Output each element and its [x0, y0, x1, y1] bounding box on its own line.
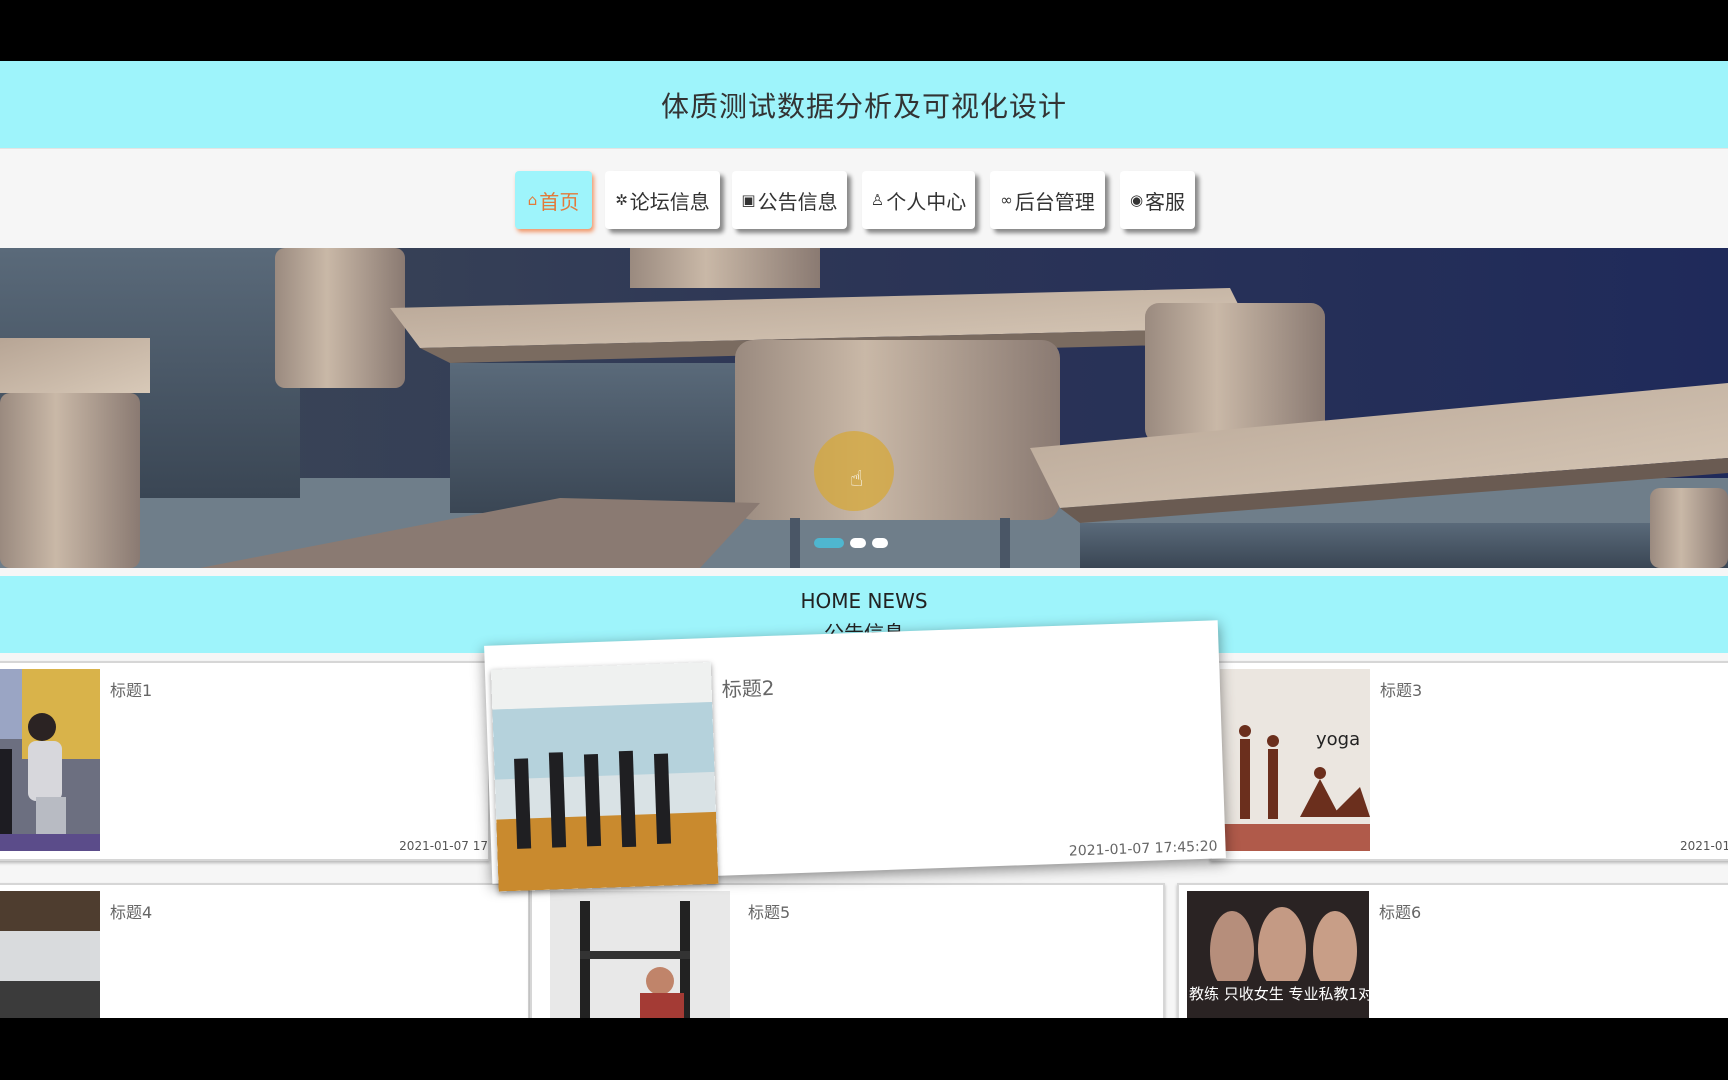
nav-item-notice[interactable]: ▣ 公告信息 [732, 171, 847, 229]
pointer-cursor-icon: ☝ [850, 467, 864, 492]
news-card-date: 2021-01-0 [1680, 839, 1728, 853]
nav-item-forum[interactable]: ✲ 论坛信息 [605, 171, 720, 229]
yoga-text: yoga [1316, 729, 1361, 750]
news-card-1[interactable]: 标题1 2021-01-07 17 [0, 661, 490, 861]
app-screen: 体质测试数据分析及可视化设计 ⌂ 首页 ✲ 论坛信息 ▣ 公告信息 ♙ 个人中心… [0, 61, 1728, 1018]
news-card-title: 标题2 [721, 675, 775, 702]
user-icon: ♙ [870, 191, 885, 209]
news-card-title: 标题3 [1380, 681, 1423, 700]
news-card-date: 2021-01-07 17 [399, 839, 488, 853]
nav-item-profile[interactable]: ♙ 个人中心 [862, 171, 975, 229]
site-title: 体质测试数据分析及可视化设计 [660, 89, 1067, 123]
carousel-dots [814, 538, 888, 548]
main-nav: ⌂ 首页 ✲ 论坛信息 ▣ 公告信息 ♙ 个人中心 ∞ 后台管理 ◉ 客服 [0, 148, 1728, 249]
nav-item-label: 公告信息 [757, 189, 838, 214]
hero-carousel[interactable]: ☝ [0, 248, 1728, 568]
news-card-thumb [490, 661, 719, 892]
nav-item-label: 论坛信息 [629, 189, 710, 214]
nav-item-label: 个人中心 [886, 189, 967, 214]
news-card-2-hovered[interactable]: 标题2 2021-01-07 17:45:20 [484, 620, 1226, 892]
news-card-thumb [0, 891, 100, 1018]
carousel-dot-3[interactable] [872, 538, 888, 548]
header: 体质测试数据分析及可视化设计 [0, 61, 1728, 148]
nav-item-label: 客服 [1145, 189, 1186, 214]
news-card-title: 标题6 [1379, 903, 1422, 922]
news-card-title: 标题1 [110, 681, 153, 700]
news-card-title: 标题5 [748, 903, 791, 922]
nav-item-home[interactable]: ⌂ 首页 [515, 171, 592, 229]
carousel-dot-2[interactable] [850, 538, 866, 548]
news-card-thumb: yoga [1220, 669, 1370, 851]
banner-image [0, 248, 1728, 568]
link-icon: ∞ [1000, 191, 1013, 209]
nav-item-service[interactable]: ◉ 客服 [1120, 171, 1195, 229]
news-card-title: 标题4 [110, 903, 153, 922]
news-card-6[interactable]: 教练 只收女生 专业私教1对 标题6 [1177, 883, 1728, 1018]
news-card-thumb [0, 669, 100, 851]
news-card-3[interactable]: yoga 标题3 2021-01-0 [1210, 661, 1728, 861]
news-heading-en: HOME NEWS [800, 589, 928, 613]
nav-item-admin[interactable]: ∞ 后台管理 [990, 171, 1105, 229]
forum-icon: ✲ [615, 191, 628, 209]
news-card-date: 2021-01-07 17:45:20 [1068, 838, 1218, 860]
nav-item-label: 后台管理 [1014, 189, 1095, 214]
news-card-thumb: 教练 只收女生 专业私教1对 [1187, 891, 1369, 1018]
news-card-5[interactable]: 标题5 [530, 883, 1165, 1018]
service-icon: ◉ [1129, 191, 1144, 209]
gift-icon: ▣ [741, 191, 756, 209]
nav-item-label: 首页 [539, 189, 580, 214]
news-card-thumb [550, 891, 730, 1018]
news-card-4[interactable]: 标题4 [0, 883, 530, 1018]
home-icon: ⌂ [527, 191, 538, 209]
promo-text: 教练 只收女生 专业私教1对 [1189, 985, 1369, 1003]
carousel-dot-1[interactable] [814, 538, 844, 548]
